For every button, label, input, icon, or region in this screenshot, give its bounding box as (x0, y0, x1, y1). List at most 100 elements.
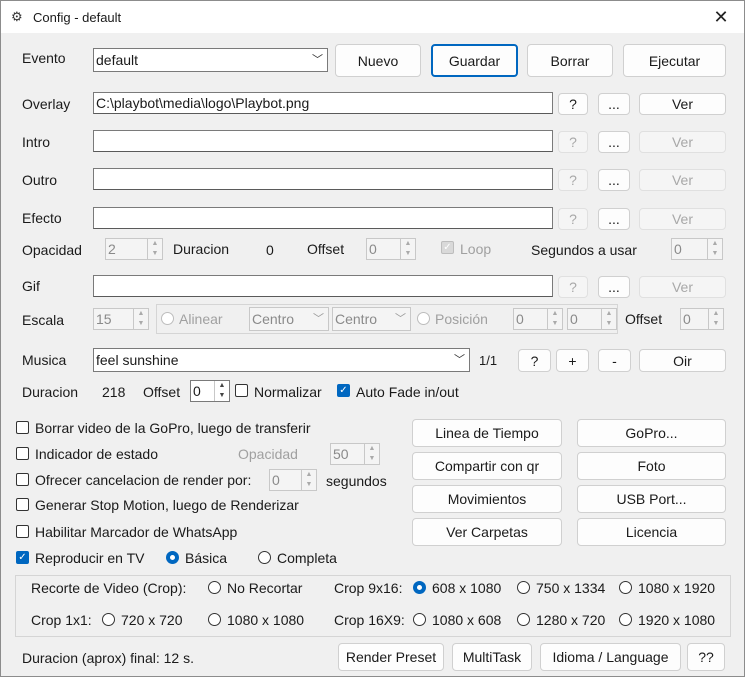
crop-750x1334-radio[interactable] (517, 581, 530, 594)
ofrecer-checkbox[interactable] (16, 473, 29, 486)
loop-checkbox[interactable]: ✓ (441, 241, 454, 254)
segundos-usar-value: 0 (674, 241, 682, 257)
whatsapp-label: Habilitar Marcador de WhatsApp (35, 524, 238, 540)
spin-arrows-icon[interactable]: ▲ ▼ (547, 309, 562, 329)
crop-1920x1080-radio[interactable] (619, 613, 632, 626)
oir-button[interactable]: Oir (639, 349, 726, 372)
overlay-browse-button[interactable]: ... (598, 93, 630, 115)
efecto-browse-button[interactable]: ... (598, 208, 630, 230)
render-preset-button[interactable]: Render Preset (338, 643, 444, 671)
gif-path-input[interactable] (93, 275, 553, 297)
spin-arrows-icon[interactable]: ▲ ▼ (301, 470, 316, 490)
spin-arrows-icon[interactable]: ▲ ▼ (707, 239, 722, 259)
offset-escala-spinner[interactable]: 0 ▲ ▼ (680, 308, 724, 330)
crop-1080x608-label: 1080 x 608 (432, 612, 502, 628)
completa-radio[interactable] (258, 551, 271, 564)
musica-label: Musica (22, 352, 67, 368)
opacidad-spinner[interactable]: 2 ▲ ▼ (105, 238, 163, 260)
foto-button[interactable]: Foto (577, 452, 726, 480)
alinear-vertical-select[interactable]: Centro ﹀ (332, 307, 411, 331)
outro-path-input[interactable] (93, 168, 553, 190)
posicion-x-spinner[interactable]: 0 ▲ ▼ (513, 308, 563, 330)
borrar-gopro-checkbox[interactable] (16, 421, 29, 434)
alinear-radio[interactable] (161, 312, 174, 325)
overlay-path-input[interactable]: C:\playbot\media\logo\Playbot.png (93, 92, 553, 114)
escala-spinner[interactable]: 15 ▲ ▼ (93, 308, 149, 330)
stop-motion-checkbox[interactable] (16, 498, 29, 511)
crop-1080x608-radio[interactable] (413, 613, 426, 626)
crop-608x1080-radio[interactable] (413, 581, 426, 594)
posicion-radio[interactable] (417, 312, 430, 325)
ejecutar-button[interactable]: Ejecutar (623, 44, 726, 77)
linea-tiempo-button[interactable]: Linea de Tiempo (412, 419, 562, 447)
guardar-button[interactable]: Guardar (431, 44, 518, 77)
duracion-efecto-label: Duracion (173, 241, 230, 257)
outro-ver-button[interactable]: Ver (639, 169, 726, 191)
gif-ver-button[interactable]: Ver (639, 276, 726, 298)
spin-arrows-icon[interactable]: ▲ ▼ (147, 239, 162, 259)
crop-720x720-radio[interactable] (102, 613, 115, 626)
efecto-help-button[interactable]: ? (558, 208, 588, 230)
spin-arrows-icon[interactable]: ▲ ▼ (400, 239, 415, 259)
evento-label: Evento (22, 50, 66, 66)
offset-escala-value: 0 (683, 311, 691, 327)
indicador-opacidad-spinner[interactable]: 50 ▲ ▼ (330, 443, 380, 465)
alinear-vertical-value: Centro (335, 311, 378, 327)
usb-port-button[interactable]: USB Port... (577, 485, 726, 513)
nuevo-button[interactable]: Nuevo (335, 44, 421, 77)
efecto-ver-button[interactable]: Ver (639, 208, 726, 230)
musica-remove-button[interactable]: - (598, 349, 631, 372)
musica-add-button[interactable]: + (556, 349, 589, 372)
posicion-y-spinner[interactable]: 0 ▲ ▼ (567, 308, 617, 330)
musica-help-button[interactable]: ? (518, 349, 551, 372)
outro-help-button[interactable]: ? (558, 169, 588, 191)
indicador-checkbox[interactable] (16, 447, 29, 460)
spin-arrows-icon[interactable]: ▲ ▼ (601, 309, 616, 329)
alinear-horizontal-select[interactable]: Centro ﹀ (249, 307, 329, 331)
spin-arrows-icon[interactable]: ▲ ▼ (214, 381, 229, 401)
crop-720x720-label: 720 x 720 (121, 612, 183, 628)
close-icon[interactable]: ✕ (698, 1, 744, 33)
spin-arrows-icon[interactable]: ▲ ▼ (133, 309, 148, 329)
crop-9x16-label: Crop 9x16: (334, 580, 403, 596)
gif-browse-button[interactable]: ... (598, 276, 630, 298)
spin-arrows-icon[interactable]: ▲ ▼ (708, 309, 723, 329)
ver-carpetas-button[interactable]: Ver Carpetas (412, 518, 562, 546)
intro-ver-button[interactable]: Ver (639, 131, 726, 153)
evento-select[interactable]: default ﹀ (93, 48, 328, 72)
compartir-qr-button[interactable]: Compartir con qr (412, 452, 562, 480)
spin-arrows-icon[interactable]: ▲ ▼ (364, 444, 379, 464)
idioma-button[interactable]: Idioma / Language (540, 643, 681, 671)
borrar-button[interactable]: Borrar (527, 44, 613, 77)
licencia-button[interactable]: Licencia (577, 518, 726, 546)
overlay-ver-button[interactable]: Ver (639, 93, 726, 115)
segundos-usar-spinner[interactable]: 0 ▲ ▼ (671, 238, 723, 260)
ofrecer-spinner[interactable]: 0 ▲ ▼ (269, 469, 317, 491)
efecto-path-input[interactable] (93, 207, 553, 229)
basica-label: Básica (185, 550, 228, 566)
intro-path-input[interactable] (93, 130, 553, 152)
reproducir-tv-checkbox[interactable]: ✓ (16, 551, 29, 564)
intro-help-button[interactable]: ? (558, 131, 588, 153)
overlay-help-button[interactable]: ? (558, 93, 588, 115)
crop-1280x720-radio[interactable] (517, 613, 530, 626)
musica-select[interactable]: feel sunshine ﹀ (93, 348, 470, 372)
intro-browse-button[interactable]: ... (598, 131, 630, 153)
escala-label: Escala (22, 312, 65, 328)
offset-efecto-spinner[interactable]: 0 ▲ ▼ (366, 238, 416, 260)
basica-radio[interactable] (166, 551, 179, 564)
crop-1080x1920-radio[interactable] (619, 581, 632, 594)
no-recortar-radio[interactable] (208, 581, 221, 594)
gif-help-button[interactable]: ? (558, 276, 588, 298)
movimientos-button[interactable]: Movimientos (412, 485, 562, 513)
gopro-button[interactable]: GoPro... (577, 419, 726, 447)
multitask-button[interactable]: MultiTask (452, 643, 532, 671)
crop-1080x1080-radio[interactable] (208, 613, 221, 626)
help-button[interactable]: ?? (687, 643, 725, 671)
normalizar-checkbox[interactable] (235, 384, 248, 397)
outro-browse-button[interactable]: ... (598, 169, 630, 191)
offset-musica-spinner[interactable]: 0 ▲ ▼ (190, 380, 230, 402)
whatsapp-checkbox[interactable] (16, 525, 29, 538)
autofade-checkbox[interactable]: ✓ (337, 384, 350, 397)
completa-label: Completa (277, 550, 337, 566)
